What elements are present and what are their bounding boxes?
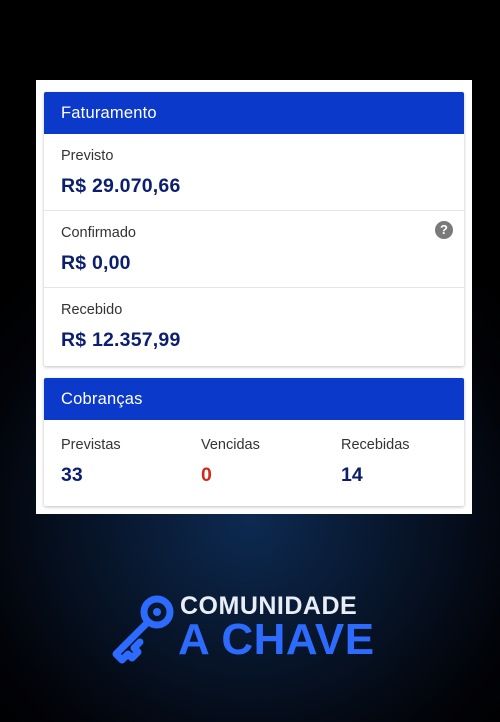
recebidas-label: Recebidas: [341, 437, 410, 453]
recebido-label: Recebido: [61, 302, 123, 318]
key-icon: [112, 595, 174, 664]
faturamento-header: Faturamento: [44, 92, 464, 134]
faturamento-card: Faturamento Previsto R$ 29.070,66 Confir…: [44, 92, 464, 366]
confirmado-label: Confirmado: [61, 225, 136, 241]
recebido-row: Recebido R$ 12.357,99: [44, 288, 464, 365]
dashboard-panel: Faturamento Previsto R$ 29.070,66 Confir…: [36, 80, 472, 514]
cobrancas-header: Cobranças: [44, 378, 464, 420]
previsto-row: Previsto R$ 29.070,66: [44, 134, 464, 211]
previsto-label: Previsto: [61, 148, 114, 164]
confirmado-value: R$ 0,00: [61, 252, 131, 274]
help-icon[interactable]: ?: [435, 221, 453, 239]
comunidade-a-chave-logo: COMUNIDADE A CHAVE: [108, 590, 398, 670]
cobrancas-title: Cobranças: [61, 389, 143, 408]
recebido-value: R$ 12.357,99: [61, 329, 181, 351]
previstas-label: Previstas: [61, 437, 121, 453]
vencidas-label: Vencidas: [201, 437, 260, 453]
recebidas-value: 14: [341, 464, 363, 486]
confirmado-row: Confirmado ? R$ 0,00: [44, 211, 464, 288]
cobrancas-card: Cobranças Previstas 33 Vencidas 0 Recebi…: [44, 378, 464, 506]
previstas-value: 33: [61, 464, 83, 486]
cobrancas-stats: Previstas 33 Vencidas 0 Recebidas 14: [44, 420, 464, 506]
vencidas-value: 0: [201, 464, 212, 486]
previsto-value: R$ 29.070,66: [61, 175, 181, 197]
faturamento-title: Faturamento: [61, 103, 157, 122]
logo-line2: A CHAVE: [178, 615, 375, 664]
